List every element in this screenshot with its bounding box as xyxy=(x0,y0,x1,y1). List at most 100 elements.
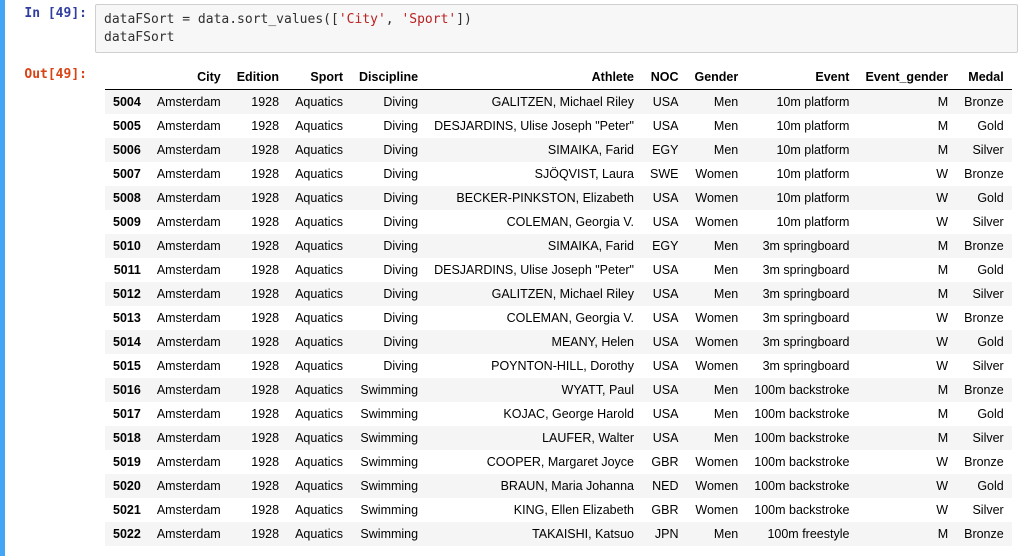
cell-gender: Women xyxy=(686,474,746,498)
cell-discipline: Diving xyxy=(351,234,426,258)
cell-sport: Aquatics xyxy=(287,258,351,282)
output-body: CityEditionSportDisciplineAthleteNOCGend… xyxy=(95,61,1024,556)
cell-medal: Gold xyxy=(956,258,1012,282)
cell-sport: Aquatics xyxy=(287,162,351,186)
cell-noc: USA xyxy=(642,354,686,378)
table-row: 5021Amsterdam1928AquaticsSwimmingKING, E… xyxy=(105,498,1012,522)
cell-event: 10m platform xyxy=(746,186,857,210)
cell-event: 3m springboard xyxy=(746,330,857,354)
cell-gender: Men xyxy=(686,234,746,258)
row-index: 5014 xyxy=(105,330,149,354)
table-row: 5010Amsterdam1928AquaticsDivingSIMAIKA, … xyxy=(105,234,1012,258)
cell-gender: Men xyxy=(686,378,746,402)
cell-gender: Men xyxy=(686,426,746,450)
cell-gender: Men xyxy=(686,282,746,306)
column-header: Sport xyxy=(287,65,351,90)
table-row: 5016Amsterdam1928AquaticsSwimmingWYATT, … xyxy=(105,378,1012,402)
cell-discipline: Diving xyxy=(351,354,426,378)
cell-discipline: Diving xyxy=(351,210,426,234)
cell-gender: Men xyxy=(686,522,746,546)
cell-medal: Bronze xyxy=(956,522,1012,546)
cell-gender: Women xyxy=(686,186,746,210)
table-head: CityEditionSportDisciplineAthleteNOCGend… xyxy=(105,65,1012,90)
dataframe-table: CityEditionSportDisciplineAthleteNOCGend… xyxy=(105,65,1012,546)
cell-noc: USA xyxy=(642,114,686,138)
cell-event_gender: M xyxy=(857,378,956,402)
cell-event_gender: W xyxy=(857,498,956,522)
table-row: 5015Amsterdam1928AquaticsDivingPOYNTON-H… xyxy=(105,354,1012,378)
cell-noc: USA xyxy=(642,426,686,450)
cell-event: 100m freestyle xyxy=(746,522,857,546)
cell-edition: 1928 xyxy=(229,402,287,426)
cell-event_gender: W xyxy=(857,474,956,498)
code-input[interactable]: dataFSort = data.sort_values(['City', 'S… xyxy=(95,4,1018,53)
cell-event_gender: M xyxy=(857,234,956,258)
cell-edition: 1928 xyxy=(229,498,287,522)
cell-medal: Silver xyxy=(956,210,1012,234)
cell-sport: Aquatics xyxy=(287,186,351,210)
column-header: Event_gender xyxy=(857,65,956,90)
column-header: City xyxy=(149,65,229,90)
cell-athlete: LAUFER, Walter xyxy=(426,426,642,450)
cell-discipline: Swimming xyxy=(351,426,426,450)
cell-discipline: Swimming xyxy=(351,378,426,402)
cell-event: 10m platform xyxy=(746,210,857,234)
column-header: NOC xyxy=(642,65,686,90)
cell-discipline: Diving xyxy=(351,162,426,186)
cell-event: 3m springboard xyxy=(746,282,857,306)
column-header: Discipline xyxy=(351,65,426,90)
cell-noc: USA xyxy=(642,90,686,115)
table-row: 5004Amsterdam1928AquaticsDivingGALITZEN,… xyxy=(105,90,1012,115)
table-row: 5014Amsterdam1928AquaticsDivingMEANY, He… xyxy=(105,330,1012,354)
cell-city: Amsterdam xyxy=(149,306,229,330)
cell-noc: USA xyxy=(642,306,686,330)
cell-medal: Silver xyxy=(956,354,1012,378)
cell-discipline: Swimming xyxy=(351,474,426,498)
row-index: 5011 xyxy=(105,258,149,282)
cell-discipline: Swimming xyxy=(351,498,426,522)
cell-city: Amsterdam xyxy=(149,354,229,378)
cell-edition: 1928 xyxy=(229,450,287,474)
row-index: 5018 xyxy=(105,426,149,450)
cell-event_gender: M xyxy=(857,282,956,306)
cell-medal: Bronze xyxy=(956,234,1012,258)
cell-edition: 1928 xyxy=(229,210,287,234)
code-string: 'Sport' xyxy=(401,12,456,27)
cell-athlete: COLEMAN, Georgia V. xyxy=(426,306,642,330)
row-index: 5016 xyxy=(105,378,149,402)
cell-athlete: BECKER-PINKSTON, Elizabeth xyxy=(426,186,642,210)
input-area: In [49]: dataFSort = data.sort_values(['… xyxy=(5,0,1024,61)
cell-city: Amsterdam xyxy=(149,114,229,138)
cell-event_gender: M xyxy=(857,402,956,426)
cell-sport: Aquatics xyxy=(287,114,351,138)
cell-edition: 1928 xyxy=(229,234,287,258)
row-index: 5020 xyxy=(105,474,149,498)
cell-medal: Silver xyxy=(956,282,1012,306)
cell-gender: Women xyxy=(686,354,746,378)
cell-discipline: Diving xyxy=(351,186,426,210)
cell-city: Amsterdam xyxy=(149,450,229,474)
cell-city: Amsterdam xyxy=(149,210,229,234)
cell-edition: 1928 xyxy=(229,258,287,282)
cell-medal: Bronze xyxy=(956,306,1012,330)
row-index: 5012 xyxy=(105,282,149,306)
table-row: 5018Amsterdam1928AquaticsSwimmingLAUFER,… xyxy=(105,426,1012,450)
cell-event: 100m backstroke xyxy=(746,450,857,474)
row-index: 5004 xyxy=(105,90,149,115)
cell-gender: Men xyxy=(686,258,746,282)
row-index: 5007 xyxy=(105,162,149,186)
cell-event: 3m springboard xyxy=(746,258,857,282)
cell-noc: GBR xyxy=(642,450,686,474)
cell-medal: Gold xyxy=(956,402,1012,426)
cell-edition: 1928 xyxy=(229,138,287,162)
cell-event_gender: M xyxy=(857,114,956,138)
cell-edition: 1928 xyxy=(229,330,287,354)
row-index: 5009 xyxy=(105,210,149,234)
cell-event_gender: M xyxy=(857,258,956,282)
row-index: 5019 xyxy=(105,450,149,474)
cell-city: Amsterdam xyxy=(149,282,229,306)
cell-noc: USA xyxy=(642,378,686,402)
cell-gender: Women xyxy=(686,210,746,234)
table-row: 5011Amsterdam1928AquaticsDivingDESJARDIN… xyxy=(105,258,1012,282)
cell-noc: USA xyxy=(642,258,686,282)
